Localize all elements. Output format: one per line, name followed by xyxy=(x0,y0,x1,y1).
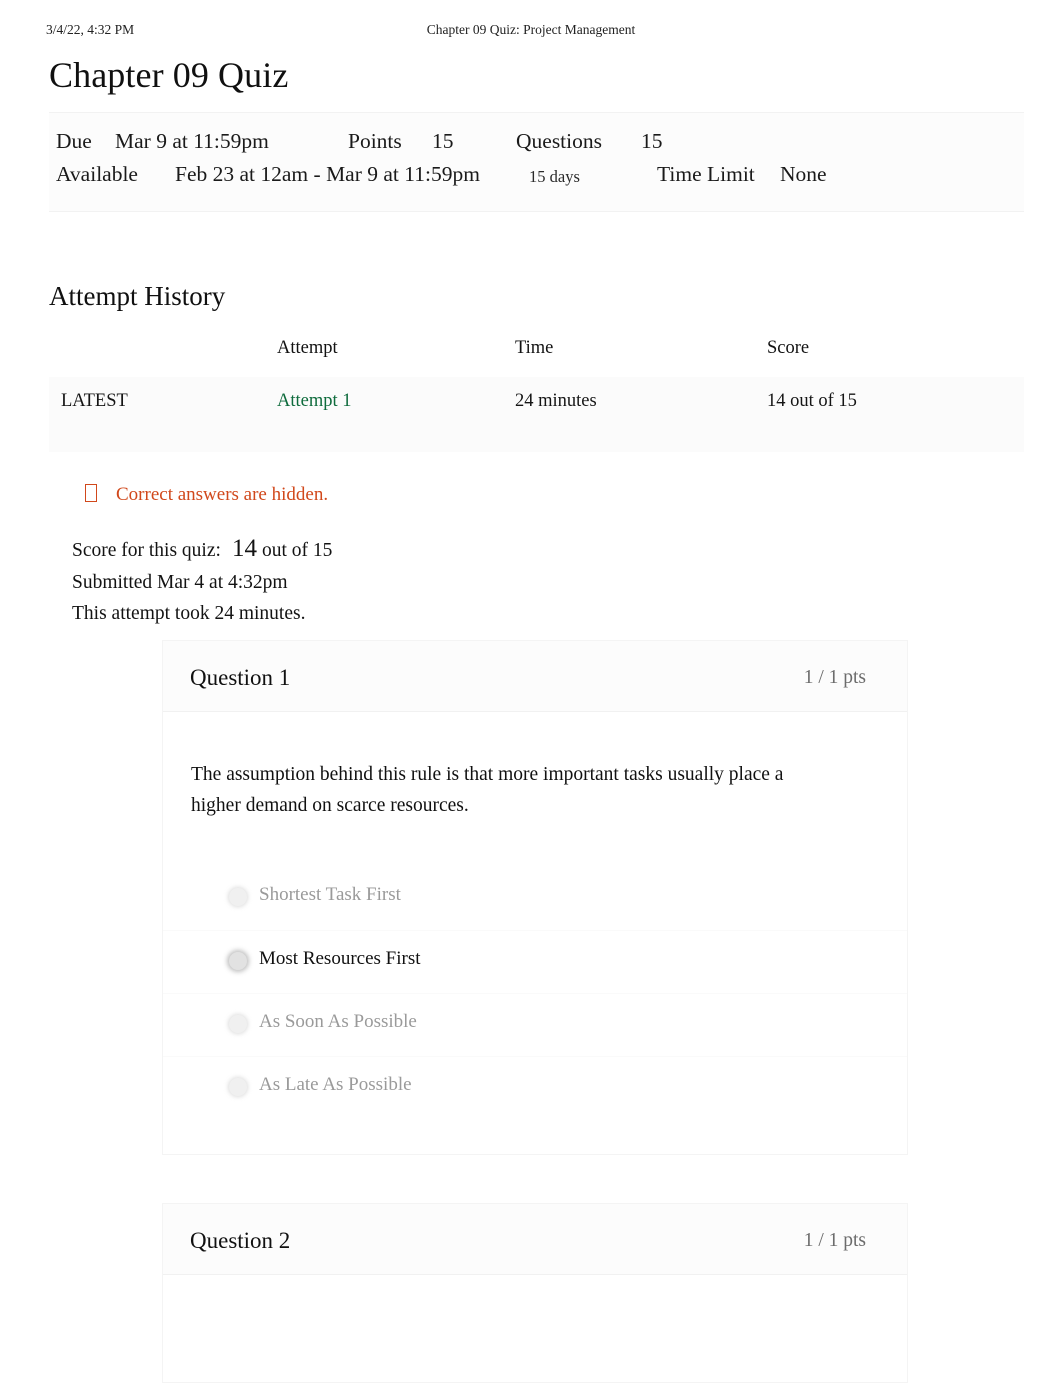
available-days: 15 days xyxy=(529,167,580,186)
answer-option[interactable]: Shortest Task First xyxy=(163,867,907,930)
question-1-answers: Shortest Task First Most Resources First… xyxy=(163,867,907,1119)
answer-label: Most Resources First xyxy=(259,948,421,969)
answer-label: As Late As Possible xyxy=(259,1074,412,1095)
print-document-title: Chapter 09 Quiz: Project Management xyxy=(426,22,636,37)
attempt-history-heading: Attempt History xyxy=(49,281,226,311)
radio-button-icon[interactable] xyxy=(229,1078,247,1096)
due-value: Mar 9 at 11:59pm xyxy=(115,129,269,153)
attempt-kept-badge: LATEST xyxy=(61,391,128,411)
attempt-time: 24 minutes xyxy=(515,391,597,411)
question-2-points: 1 / 1 pts xyxy=(803,1230,866,1251)
question-block-2: Question 2 1 / 1 pts xyxy=(162,1203,908,1383)
time-limit-value: None xyxy=(780,162,827,186)
questions-label: Questions xyxy=(516,129,602,153)
score-label: Score for this quiz: xyxy=(72,540,221,561)
score-value: 14 xyxy=(231,535,257,562)
quiz-meta-header: Due Mar 9 at 11:59pm Points 15 Questions… xyxy=(49,112,1024,212)
attempt-table-spacer xyxy=(49,424,1024,452)
question-1-name: Question 1 xyxy=(190,665,291,690)
table-header-row: Attempt Time Score xyxy=(49,338,1024,377)
answer-label: Shortest Task First xyxy=(259,884,401,905)
radio-button-icon[interactable] xyxy=(229,1015,247,1033)
print-header: 3/4/22, 4:32 PM Chapter 09 Quiz: Project… xyxy=(0,22,1062,42)
score-out-of: out of 15 xyxy=(261,540,333,561)
time-limit-label: Time Limit xyxy=(657,162,755,186)
attempt-1-link[interactable]: Attempt 1 xyxy=(277,391,352,411)
points-value: 15 xyxy=(432,129,454,153)
questions-value: 15 xyxy=(641,129,663,153)
attempt-score: 14 out of 15 xyxy=(767,391,857,411)
radio-button-icon[interactable] xyxy=(229,888,247,906)
table-row: LATEST Attempt 1 24 minutes 14 out of 15 xyxy=(49,377,1024,426)
question-1-header: Question 1 1 / 1 pts xyxy=(163,641,907,712)
question-1-body: The assumption behind this rule is that … xyxy=(163,712,907,1119)
available-value: Feb 23 at 12am - Mar 9 at 11:59pm xyxy=(175,162,480,186)
score-summary: Score for this quiz: 14 out of 15 Submitte… xyxy=(72,533,332,630)
question-1-points: 1 / 1 pts xyxy=(803,667,866,688)
question-block-1: Question 1 1 / 1 pts The assumption behi… xyxy=(162,640,908,1155)
quiz-meta-row-available: Available Feb 23 at 12am - Mar 9 at 11:5… xyxy=(49,162,1024,195)
attempt-history-table: Attempt Time Score LATEST Attempt 1 24 m… xyxy=(49,338,1024,426)
score-line: Score for this quiz: 14 out of 15 xyxy=(72,533,332,567)
answer-option[interactable]: As Soon As Possible xyxy=(163,993,907,1056)
column-header-score: Score xyxy=(767,338,810,358)
column-header-time: Time xyxy=(515,338,554,358)
column-header-kept xyxy=(49,338,277,377)
correct-answers-hidden-notice: Correct answers are hidden. xyxy=(85,484,328,506)
attempt-link-cell: Attempt 1 xyxy=(277,377,515,426)
duration-line: This attempt took 24 minutes. xyxy=(72,603,306,624)
due-label: Due xyxy=(56,129,92,153)
answer-option[interactable]: As Late As Possible xyxy=(163,1056,907,1119)
radio-button-selected-icon[interactable] xyxy=(229,952,247,970)
available-label: Available xyxy=(56,162,138,186)
answer-option-selected[interactable]: Most Resources First xyxy=(163,930,907,993)
question-2-name: Question 2 xyxy=(190,1228,291,1253)
page-title: Chapter 09 Quiz xyxy=(49,55,289,95)
question-1-text: The assumption behind this rule is that … xyxy=(191,764,784,816)
warning-icon xyxy=(85,484,97,502)
column-header-attempt: Attempt xyxy=(277,338,338,358)
points-label: Points xyxy=(348,129,402,153)
answer-label: As Soon As Possible xyxy=(259,1011,417,1032)
quiz-meta-row-due: Due Mar 9 at 11:59pm Points 15 Questions… xyxy=(49,129,1024,162)
hidden-notice-text: Correct answers are hidden. xyxy=(116,484,329,505)
submitted-line: Submitted Mar 4 at 4:32pm xyxy=(72,571,288,593)
question-2-header: Question 2 1 / 1 pts xyxy=(163,1204,907,1275)
